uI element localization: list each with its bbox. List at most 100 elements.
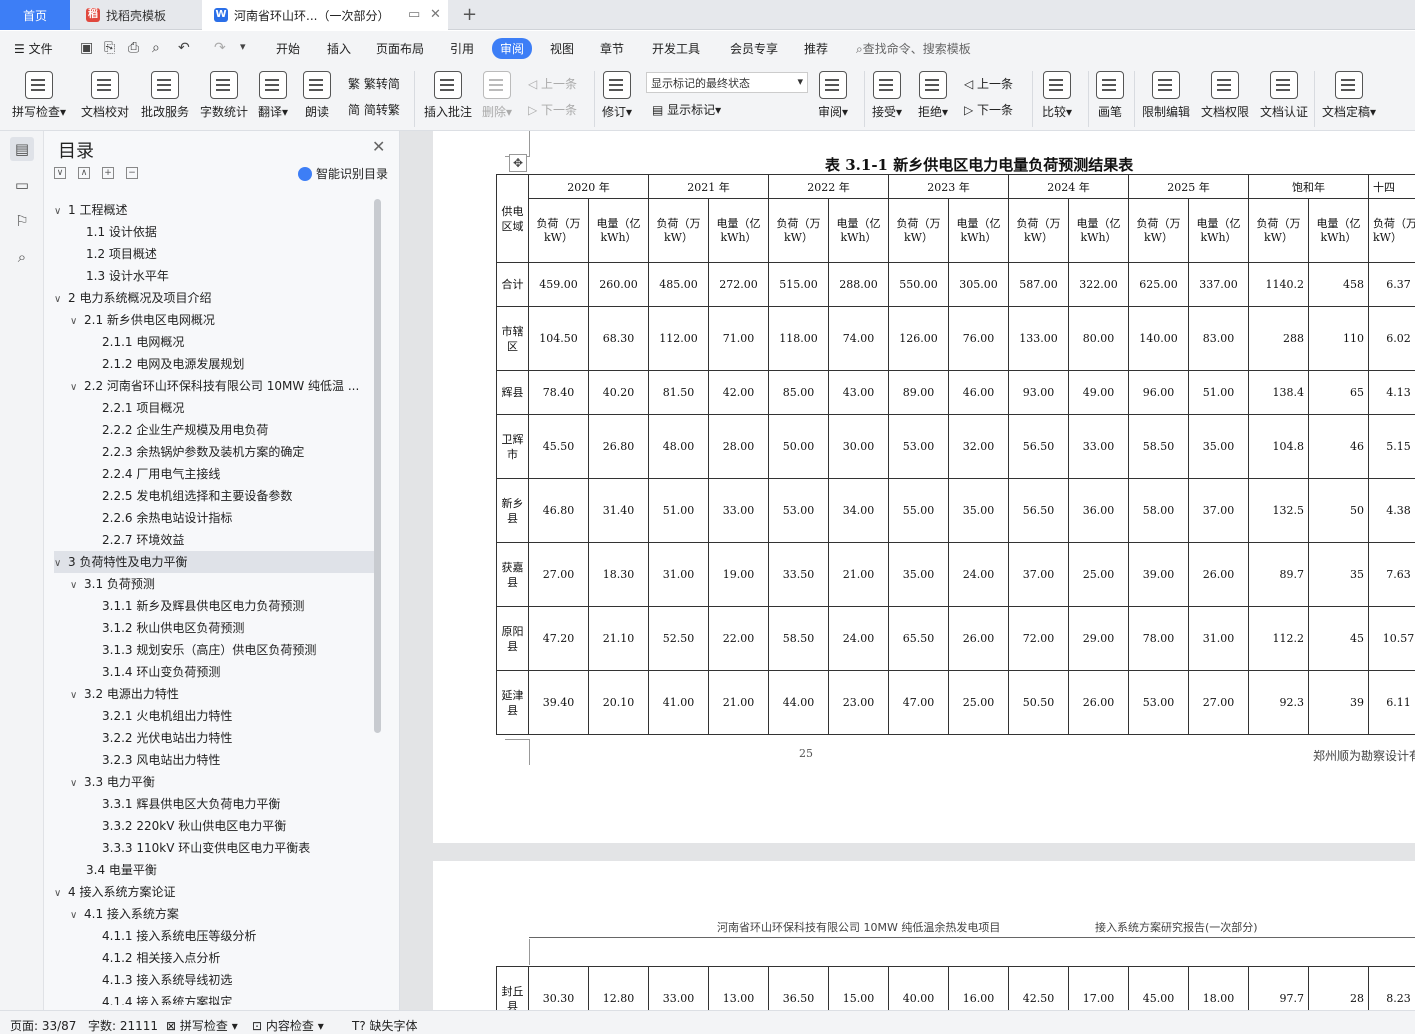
toc-item[interactable]: 3.2.1 火电机组出力特性 <box>54 705 374 727</box>
chevron-down-icon[interactable]: ∨ <box>70 685 84 705</box>
review-pane-button[interactable]: 审阅▾ <box>818 71 848 120</box>
toc-item[interactable]: 2.2.4 厂用电气主接线 <box>54 463 374 485</box>
compare-button[interactable]: 比较▾ <box>1042 71 1072 120</box>
toc-scrollbar[interactable] <box>374 199 381 733</box>
chevron-down-icon[interactable]: ∨ <box>70 311 84 331</box>
menu-recommend[interactable]: 推荐 <box>804 40 828 57</box>
spell-check-button[interactable]: 拼写检查▾ <box>12 71 66 120</box>
restrict-editing-button[interactable]: 限制编辑 <box>1142 71 1190 120</box>
track-changes-button[interactable]: 修订▾ <box>602 71 632 120</box>
chevron-down-icon[interactable]: ∨ <box>70 377 84 397</box>
toc-item[interactable]: 1.3 设计水平年 <box>54 265 374 287</box>
menu-review[interactable]: 审阅 <box>492 38 533 59</box>
chapter-nav-icon[interactable]: ▭ <box>10 173 34 197</box>
toc-item[interactable]: 3.3.1 辉县供电区大负荷电力平衡 <box>54 793 374 815</box>
search-icon[interactable]: ⌕ <box>10 245 34 269</box>
toc-item[interactable]: 4.1.4 接入系统方案拟定 <box>54 991 374 1005</box>
show-markup-button[interactable]: ▤ 显示标记▾ <box>652 101 721 118</box>
window-restore-icon[interactable]: ▭ <box>408 8 420 22</box>
proofread-button[interactable]: 文档校对 <box>81 71 129 120</box>
markup-state-select[interactable]: 显示标记的最终状态 ▾ <box>646 72 808 93</box>
chevron-down-icon[interactable]: ∨ <box>54 201 68 221</box>
menu-member[interactable]: 会员专享 <box>730 40 778 57</box>
toc-item[interactable]: 2.2.1 项目概况 <box>54 397 374 419</box>
print-preview-icon[interactable]: ⌕ <box>152 40 160 56</box>
toc-item[interactable]: 3.1.2 秋山供电区负荷预测 <box>54 617 374 639</box>
more-icon[interactable]: ▾ <box>240 40 246 53</box>
toc-item[interactable]: ∨ 4.1 接入系统方案 <box>54 903 374 925</box>
toc-item[interactable]: 1.1 设计依据 <box>54 221 374 243</box>
toc-item[interactable]: ∨ 3.1 负荷预测 <box>54 573 374 595</box>
toc-item[interactable]: 2.2.6 余热电站设计指标 <box>54 507 374 529</box>
toc-item[interactable]: 3.2.2 光伏电站出力特性 <box>54 727 374 749</box>
menu-insert[interactable]: 插入 <box>327 40 351 57</box>
toc-item[interactable]: ∨ 4 接入系统方案论证 <box>54 881 374 903</box>
add-heading-icon[interactable]: + <box>102 167 114 179</box>
export-pdf-icon[interactable]: ⎘ <box>104 40 115 56</box>
toc-item[interactable]: ∨ 2.2 河南省环山环保科技有限公司 10MW 纯低温 ... <box>54 375 374 397</box>
translate-button[interactable]: 翻译▾ <box>258 71 288 120</box>
toc-item[interactable]: 3.3.3 110kV 环山变供电区电力平衡表 <box>54 837 374 859</box>
toc-item[interactable]: ∨ 3.2 电源出力特性 <box>54 683 374 705</box>
toc-item[interactable]: 3.1.1 新乡及辉县供电区电力负荷预测 <box>54 595 374 617</box>
read-aloud-button[interactable]: 朗读 <box>303 71 331 120</box>
chevron-down-icon[interactable]: ∨ <box>54 883 68 903</box>
reject-button[interactable]: 拒绝▾ <box>918 71 948 120</box>
tab-home[interactable]: 首页 <box>0 0 70 30</box>
command-search[interactable]: ⌕查找命令、搜索模板 <box>856 40 971 57</box>
toc-item[interactable]: 2.2.5 发电机组选择和主要设备参数 <box>54 485 374 507</box>
expand-up-icon[interactable]: ∧ <box>78 167 90 179</box>
document-certify-button[interactable]: 文档认证 <box>1260 71 1308 120</box>
toc-item[interactable]: 2.1.2 电网及电源发展规划 <box>54 353 374 375</box>
menu-view[interactable]: 视图 <box>550 40 574 57</box>
tab-document[interactable]: W 河南省环山环...（一次部分） ▭ ✕ <box>202 0 448 30</box>
print-icon[interactable]: ⎙ <box>128 40 139 56</box>
toc-panel-icon[interactable]: ▤ <box>10 137 34 161</box>
smart-toc-button[interactable]: 智能识别目录 <box>298 165 388 182</box>
menu-references[interactable]: 引用 <box>450 40 474 57</box>
toc-item[interactable]: ∨ 1 工程概述 <box>54 199 374 221</box>
toc-item[interactable]: ∨ 3.3 电力平衡 <box>54 771 374 793</box>
toc-item[interactable]: ∨ 2 电力系统概况及项目介绍 <box>54 287 374 309</box>
document-permission-button[interactable]: 文档权限 <box>1201 71 1249 120</box>
next-comment-button[interactable]: ▷ 下一条 <box>528 101 577 118</box>
bookmark-icon[interactable]: ⚐ <box>10 209 34 233</box>
pen-button[interactable]: 画笔 <box>1096 71 1124 120</box>
chevron-down-icon[interactable]: ∨ <box>54 289 68 309</box>
prev-comment-button[interactable]: ◁ 上一条 <box>528 75 577 92</box>
menu-page-layout[interactable]: 页面布局 <box>376 40 424 57</box>
chevron-down-icon[interactable]: ∨ <box>54 553 68 573</box>
toc-item[interactable]: 2.1.1 电网概况 <box>54 331 374 353</box>
status-spell-check[interactable]: ⊠ 拼写检查 ▾ <box>166 1017 238 1034</box>
new-tab-icon[interactable]: + <box>462 4 477 25</box>
toc-item[interactable]: 2.2.7 环境效益 <box>54 529 374 551</box>
word-count-button[interactable]: 字数统计 <box>200 71 248 120</box>
toc-item[interactable]: 2.2.2 企业生产规模及用电负荷 <box>54 419 374 441</box>
toc-item[interactable]: 3.4 电量平衡 <box>54 859 374 881</box>
table-move-handle-icon[interactable]: ✥ <box>509 154 527 172</box>
finalize-button[interactable]: 文档定稿▾ <box>1322 71 1376 120</box>
toc-item[interactable]: 3.1.4 环山变负荷预测 <box>54 661 374 683</box>
undo-icon[interactable]: ↶ <box>178 40 190 56</box>
menu-start[interactable]: 开始 <box>276 40 300 57</box>
status-content-check[interactable]: ⊡ 内容检查 ▾ <box>252 1017 324 1034</box>
toc-item[interactable]: 3.3.2 220kV 秋山供电区电力平衡 <box>54 815 374 837</box>
prev-change-button[interactable]: ◁ 上一条 <box>964 75 1013 92</box>
chevron-down-icon[interactable]: ∨ <box>70 575 84 595</box>
word-count-indicator[interactable]: 字数: 21111 <box>88 1017 158 1034</box>
close-tab-icon[interactable]: ✕ <box>430 8 441 22</box>
toc-item[interactable]: 2.2.3 余热锅炉参数及装机方案的确定 <box>54 441 374 463</box>
next-change-button[interactable]: ▷ 下一条 <box>964 101 1013 118</box>
menu-dev-tools[interactable]: 开发工具 <box>652 40 700 57</box>
remove-heading-icon[interactable]: − <box>126 167 138 179</box>
file-menu[interactable]: ☰ 文件 <box>14 40 53 57</box>
toc-item[interactable]: 1.2 项目概述 <box>54 243 374 265</box>
page-indicator[interactable]: 页面: 33/87 <box>10 1017 76 1034</box>
missing-font-button[interactable]: T? 缺失字体 <box>352 1017 418 1034</box>
simp-to-trad-button[interactable]: 简 简转繁 <box>348 101 400 118</box>
chevron-down-icon[interactable]: ∨ <box>70 905 84 925</box>
save-icon[interactable]: ▣ <box>80 40 93 56</box>
toc-item[interactable]: ∨ 3 负荷特性及电力平衡 <box>54 551 374 573</box>
menu-chapter[interactable]: 章节 <box>600 40 624 57</box>
chevron-down-icon[interactable]: ∨ <box>70 773 84 793</box>
